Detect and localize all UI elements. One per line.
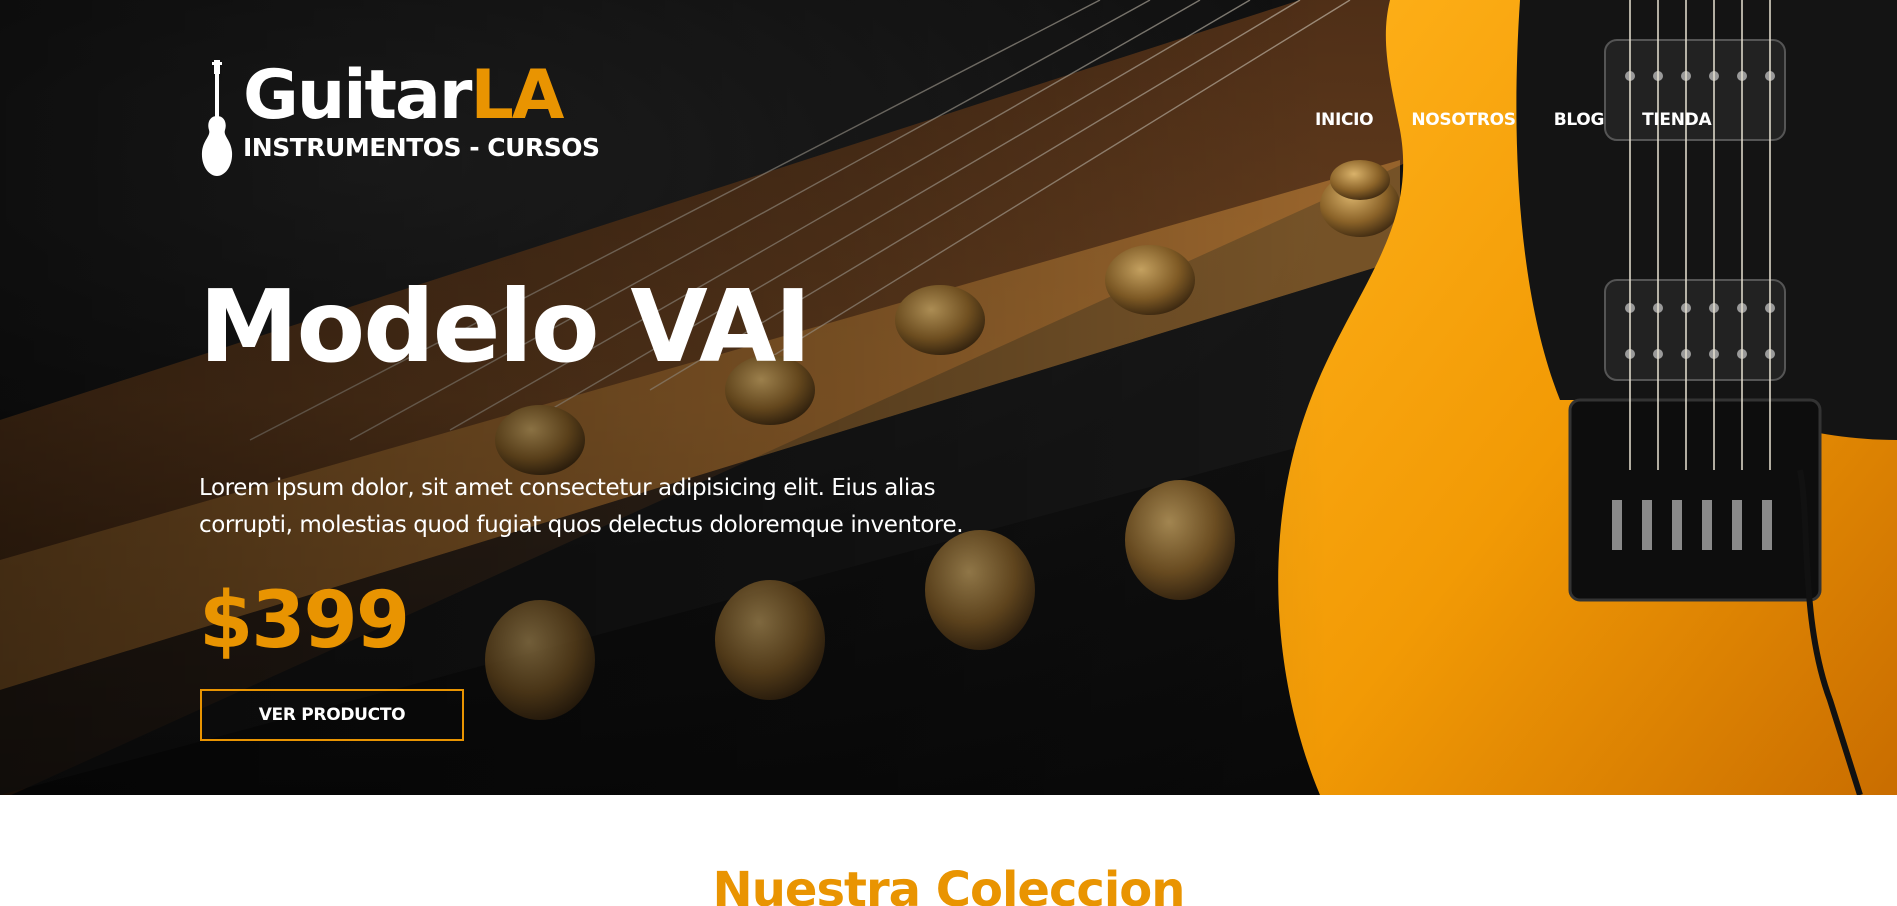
guitar-icon bbox=[201, 60, 233, 176]
hero-title: Modelo VAI bbox=[199, 268, 812, 385]
brand-name: GuitarLA bbox=[243, 60, 599, 132]
hero-price: $399 bbox=[199, 576, 410, 666]
brand-name-primary: Guitar bbox=[243, 56, 472, 135]
nav-item-inicio[interactable]: INICIO bbox=[1315, 110, 1374, 130]
nav-item-tienda[interactable]: TIENDA bbox=[1642, 110, 1712, 130]
main-navigation: INICIO NOSOTROS BLOG TIENDA bbox=[1315, 110, 1749, 130]
nav-item-blog[interactable]: BLOG bbox=[1554, 110, 1605, 130]
brand-tagline: INSTRUMENTOS - CURSOS bbox=[243, 133, 600, 162]
brand-name-accent: LA bbox=[470, 56, 564, 135]
hero-description: Lorem ipsum dolor, sit amet consectetur … bbox=[199, 475, 964, 538]
collection-title: Nuestra Coleccion bbox=[712, 862, 1186, 906]
view-product-button[interactable]: VER PRODUCTO bbox=[200, 689, 464, 741]
brand-logo[interactable]: GuitarLA INSTRUMENTOS - CURSOS bbox=[199, 60, 600, 176]
nav-item-nosotros[interactable]: NOSOTROS bbox=[1411, 110, 1516, 130]
hero-section: GuitarLA INSTRUMENTOS - CURSOS INICIO NO… bbox=[0, 0, 1897, 795]
